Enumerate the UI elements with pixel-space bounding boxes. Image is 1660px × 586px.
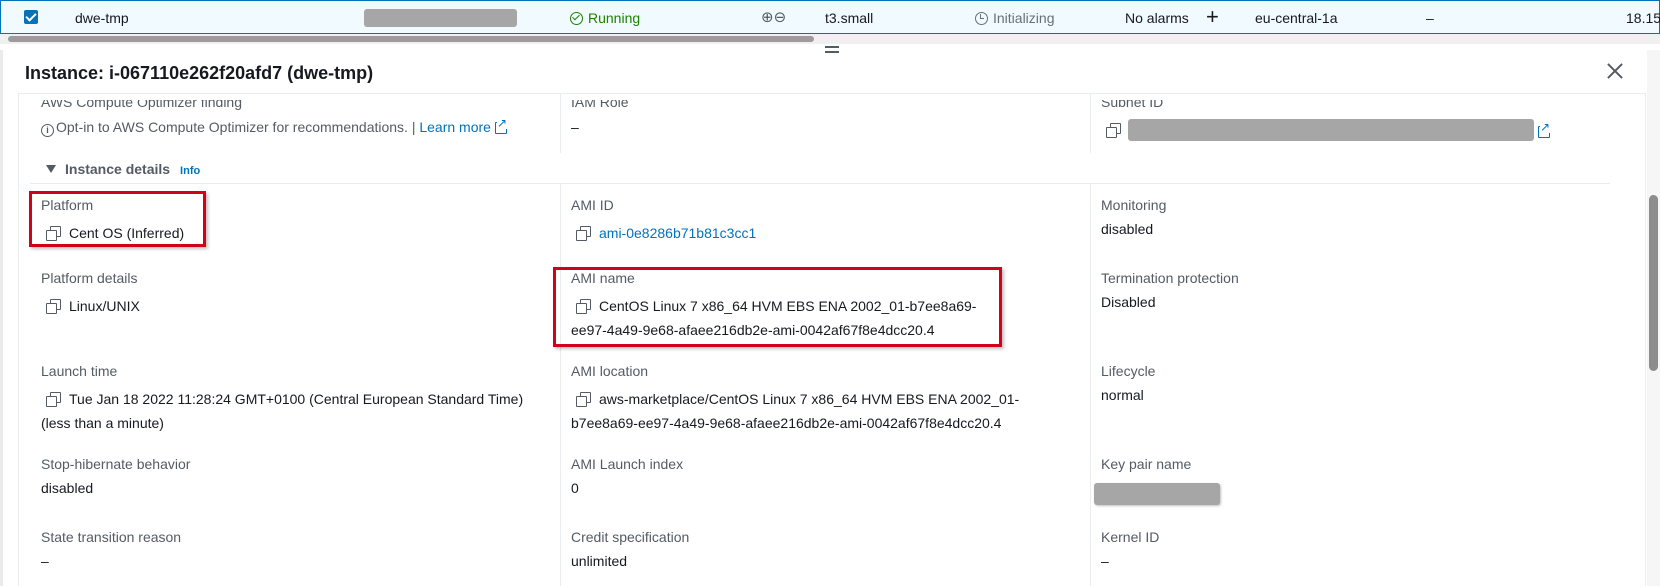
optimizer-value: i Opt-in to AWS Compute Optimizer for rec… xyxy=(41,115,508,139)
highlight-box-platform xyxy=(29,191,206,247)
column-divider xyxy=(560,184,561,586)
ami-launch-index-label: AMI Launch index xyxy=(571,456,684,472)
panel-left-edge xyxy=(0,50,3,586)
public-dns: – xyxy=(1426,10,1434,26)
ami-location-label: AMI location xyxy=(571,363,649,379)
copy-icon[interactable] xyxy=(576,226,591,241)
horizontal-scroll-thumb[interactable] xyxy=(8,36,814,42)
termination-label: Termination protection xyxy=(1101,270,1239,286)
kernel-id-label: Kernel ID xyxy=(1101,529,1160,545)
instance-details-header[interactable]: Instance details Info xyxy=(46,161,200,179)
row-checkbox[interactable] xyxy=(24,10,38,24)
public-ip: 18.15 xyxy=(1626,10,1660,26)
caret-down-icon xyxy=(46,165,56,173)
subnet-external-link-icon[interactable] xyxy=(1538,121,1551,141)
instance-state: Running xyxy=(570,10,640,26)
kernel-id-value: – xyxy=(1101,553,1109,569)
state-reason-value: – xyxy=(41,553,49,569)
copy-icon[interactable] xyxy=(46,299,61,314)
ami-location-value: aws-marketplace/CentOS Linux 7 x86_64 HV… xyxy=(571,391,1020,431)
monitoring-value: disabled xyxy=(1101,221,1154,237)
column-divider xyxy=(1090,184,1091,586)
check-circle-icon xyxy=(570,12,583,25)
resize-handle-icon[interactable] xyxy=(825,46,839,56)
copy-icon[interactable] xyxy=(46,392,61,407)
redacted-instance-id xyxy=(364,9,517,27)
panel-title: Instance: i-067110e262f20afd7 (dwe-tmp) xyxy=(25,63,374,83)
highlight-box-ami-name xyxy=(553,267,1002,347)
stop-hibernate-label: Stop-hibernate behavior xyxy=(41,456,191,472)
availability-zone: eu-central-1a xyxy=(1255,10,1338,26)
ami-id-label: AMI ID xyxy=(571,197,614,213)
lifecycle-value: normal xyxy=(1101,387,1144,403)
external-link-icon xyxy=(494,117,508,134)
instance-row[interactable]: dwe-tmp Running ⊕⊖ t3.small Initializing… xyxy=(0,0,1660,34)
column-divider xyxy=(1090,93,1091,153)
key-pair-label: Key pair name xyxy=(1101,456,1192,472)
subnet-copy-icon[interactable] xyxy=(1106,122,1129,140)
info-circle-icon: i xyxy=(41,124,54,137)
monitoring-label: Monitoring xyxy=(1101,197,1167,213)
redacted-subnet-id xyxy=(1128,119,1534,141)
ami-id-link[interactable]: ami-0e8286b71b81c3cc1 xyxy=(599,225,756,241)
ami-id-value: ami-0e8286b71b81c3cc1 xyxy=(576,221,756,245)
launch-time-label: Launch time xyxy=(41,363,118,379)
iam-role-value: – xyxy=(571,119,579,135)
instance-type: t3.small xyxy=(825,10,874,26)
vertical-scroll-thumb[interactable] xyxy=(1649,195,1658,371)
alarm-status: No alarms xyxy=(1125,10,1189,26)
credit-spec-label: Credit specification xyxy=(571,529,690,545)
add-alarm-icon[interactable]: + xyxy=(1206,4,1219,30)
credit-spec-value: unlimited xyxy=(571,553,628,569)
close-icon[interactable] xyxy=(1604,60,1626,82)
status-check: Initializing xyxy=(975,10,1054,26)
stop-hibernate-value: disabled xyxy=(41,480,94,496)
instance-name: dwe-tmp xyxy=(75,10,129,26)
section-divider xyxy=(30,183,1610,184)
state-reason-label: State transition reason xyxy=(41,529,182,545)
copy-icon[interactable] xyxy=(576,392,591,407)
launch-time-value: Tue Jan 18 2022 11:28:24 GMT+0100 (Centr… xyxy=(41,391,524,431)
termination-value: Disabled xyxy=(1101,294,1156,310)
redacted-key-pair xyxy=(1094,483,1220,505)
platform-details-label: Platform details xyxy=(41,270,138,286)
lifecycle-label: Lifecycle xyxy=(1101,363,1156,379)
column-divider xyxy=(560,93,561,153)
ami-launch-index-value: 0 xyxy=(571,480,579,496)
platform-details-value: Linux/UNIX xyxy=(46,294,140,318)
learn-more-link[interactable]: Learn more xyxy=(419,117,508,135)
clock-icon xyxy=(975,12,988,25)
info-link[interactable]: Info xyxy=(180,165,200,177)
zoom-icons[interactable]: ⊕⊖ xyxy=(761,8,786,26)
